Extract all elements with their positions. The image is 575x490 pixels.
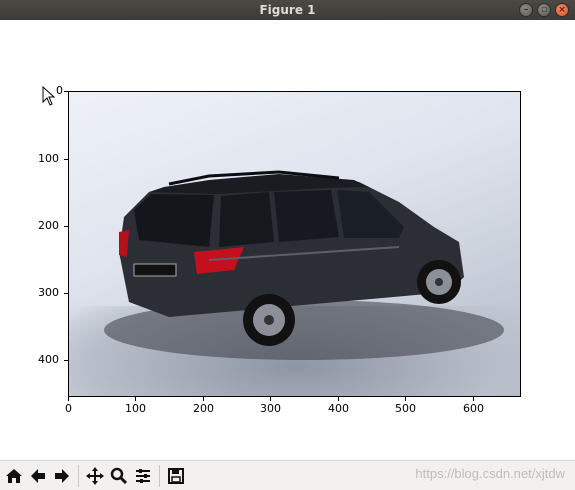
x-tick-mark <box>68 397 69 401</box>
save-icon[interactable] <box>164 464 188 488</box>
y-tick-label: 100 <box>38 152 59 165</box>
x-tick-label: 300 <box>260 402 281 415</box>
x-tick-label: 500 <box>395 402 416 415</box>
y-tick-mark <box>64 159 68 160</box>
x-tick-mark <box>135 397 136 401</box>
x-tick-mark <box>473 397 474 401</box>
window-controls: – ▫ × <box>519 3 569 17</box>
x-tick-label: 600 <box>463 402 484 415</box>
x-tick-label: 100 <box>125 402 146 415</box>
y-tick-mark <box>64 226 68 227</box>
x-tick-mark <box>270 397 271 401</box>
back-icon[interactable] <box>26 464 50 488</box>
y-tick-label: 200 <box>38 219 59 232</box>
configure-icon[interactable] <box>131 464 155 488</box>
pan-icon[interactable] <box>83 464 107 488</box>
x-tick-label: 200 <box>193 402 214 415</box>
x-tick-mark <box>405 397 406 401</box>
y-tick-mark <box>64 91 68 92</box>
maximize-icon[interactable]: ▫ <box>537 3 551 17</box>
close-icon[interactable]: × <box>555 3 569 17</box>
y-tick-label: 400 <box>38 353 59 366</box>
toolbar-separator <box>78 464 79 487</box>
zoom-icon[interactable] <box>107 464 131 488</box>
x-tick-label: 0 <box>65 402 72 415</box>
toolbar-separator <box>159 464 160 487</box>
minimize-icon[interactable]: – <box>519 3 533 17</box>
y-tick-mark <box>64 293 68 294</box>
mouse-cursor-icon <box>42 86 56 106</box>
x-tick-mark <box>203 397 204 401</box>
watermark-text: https://blog.csdn.net/xjtdw <box>415 466 565 481</box>
window-title: Figure 1 <box>259 3 316 17</box>
image-axes[interactable] <box>68 91 521 397</box>
forward-icon[interactable] <box>50 464 74 488</box>
x-tick-label: 400 <box>328 402 349 415</box>
x-tick-mark <box>338 397 339 401</box>
window-titlebar[interactable]: Figure 1 – ▫ × <box>0 0 575 20</box>
y-tick-label: 300 <box>38 286 59 299</box>
home-icon[interactable] <box>2 464 26 488</box>
navigation-toolbar: https://blog.csdn.net/xjtdw <box>0 460 575 490</box>
y-tick-mark <box>64 360 68 361</box>
car-image <box>104 170 504 360</box>
y-tick-label: 0 <box>56 84 63 97</box>
